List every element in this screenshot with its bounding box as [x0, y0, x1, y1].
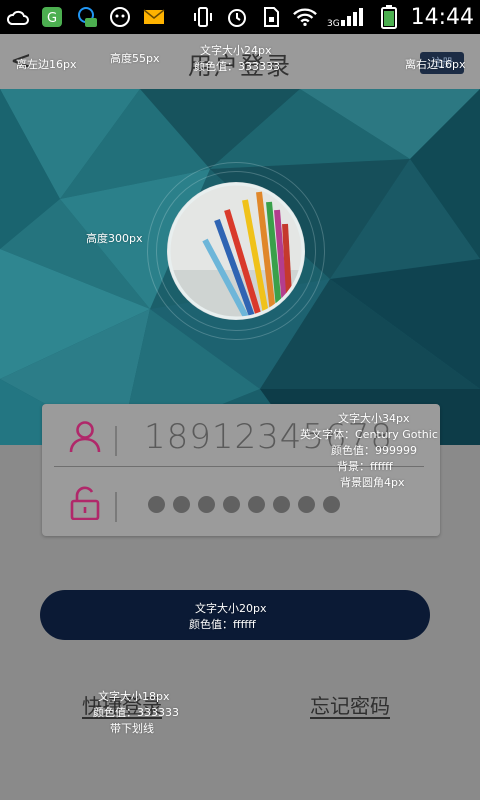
unlock-icon — [70, 486, 100, 520]
annotation-link-font: 文字大小18px — [98, 690, 170, 703]
password-input[interactable] — [148, 496, 340, 513]
annotation-title-color: 颜色值：333333 — [194, 60, 280, 73]
username-separator — [115, 426, 117, 456]
status-time: 14:44 — [410, 4, 474, 30]
pencils-image — [167, 182, 305, 320]
annotation-field-bg: 背景：ffffff — [337, 460, 393, 473]
signal-icon: 3G — [327, 6, 367, 28]
cloud-icon — [6, 6, 30, 28]
annotation-field-font: 英文字体：Century Gothic — [300, 428, 438, 441]
network-label: 3G — [327, 19, 340, 28]
svg-text:G: G — [47, 11, 57, 26]
annotation-field-radius: 背景圆角4px — [340, 476, 405, 489]
battery-icon — [377, 5, 401, 29]
user-icon — [69, 421, 101, 453]
annotation-button-color: 颜色值：ffffff — [189, 618, 256, 631]
alarm-icon — [225, 6, 249, 28]
annotation-link-color: 颜色值：333333 — [93, 706, 179, 719]
annotation-title-font: 文字大小24px — [200, 44, 272, 57]
password-dot — [148, 496, 165, 513]
qq-icon — [74, 6, 98, 28]
password-dot — [298, 496, 315, 513]
annotation-field-color: 颜色值：999999 — [331, 444, 417, 457]
annotation-field-size: 文字大小34px — [338, 412, 410, 425]
password-dot — [248, 496, 265, 513]
forgot-password-link[interactable]: 忘记密码 — [310, 690, 390, 719]
avatar — [147, 162, 325, 340]
annotation-link-underline: 带下划线 — [110, 722, 154, 735]
app-icon: G — [40, 6, 64, 28]
wifi-icon — [292, 6, 317, 28]
annotation-right-margin: 离右边16px — [405, 58, 466, 71]
wechat-icon — [108, 6, 132, 28]
password-dot — [223, 496, 240, 513]
password-dot — [173, 496, 190, 513]
sim-icon — [259, 6, 283, 28]
annotation-left-margin: 离左边16px — [16, 58, 77, 71]
annotation-hero-height: 高度300px — [86, 232, 143, 245]
password-separator — [115, 492, 117, 522]
status-bar: G 3G 14:44 — [0, 0, 480, 34]
password-dot — [323, 496, 340, 513]
mail-icon — [142, 6, 166, 28]
password-dot — [273, 496, 290, 513]
annotation-button-font: 文字大小20px — [195, 602, 267, 615]
vibrate-icon — [191, 6, 215, 28]
password-dot — [198, 496, 215, 513]
annotation-height: 高度55px — [110, 52, 160, 65]
